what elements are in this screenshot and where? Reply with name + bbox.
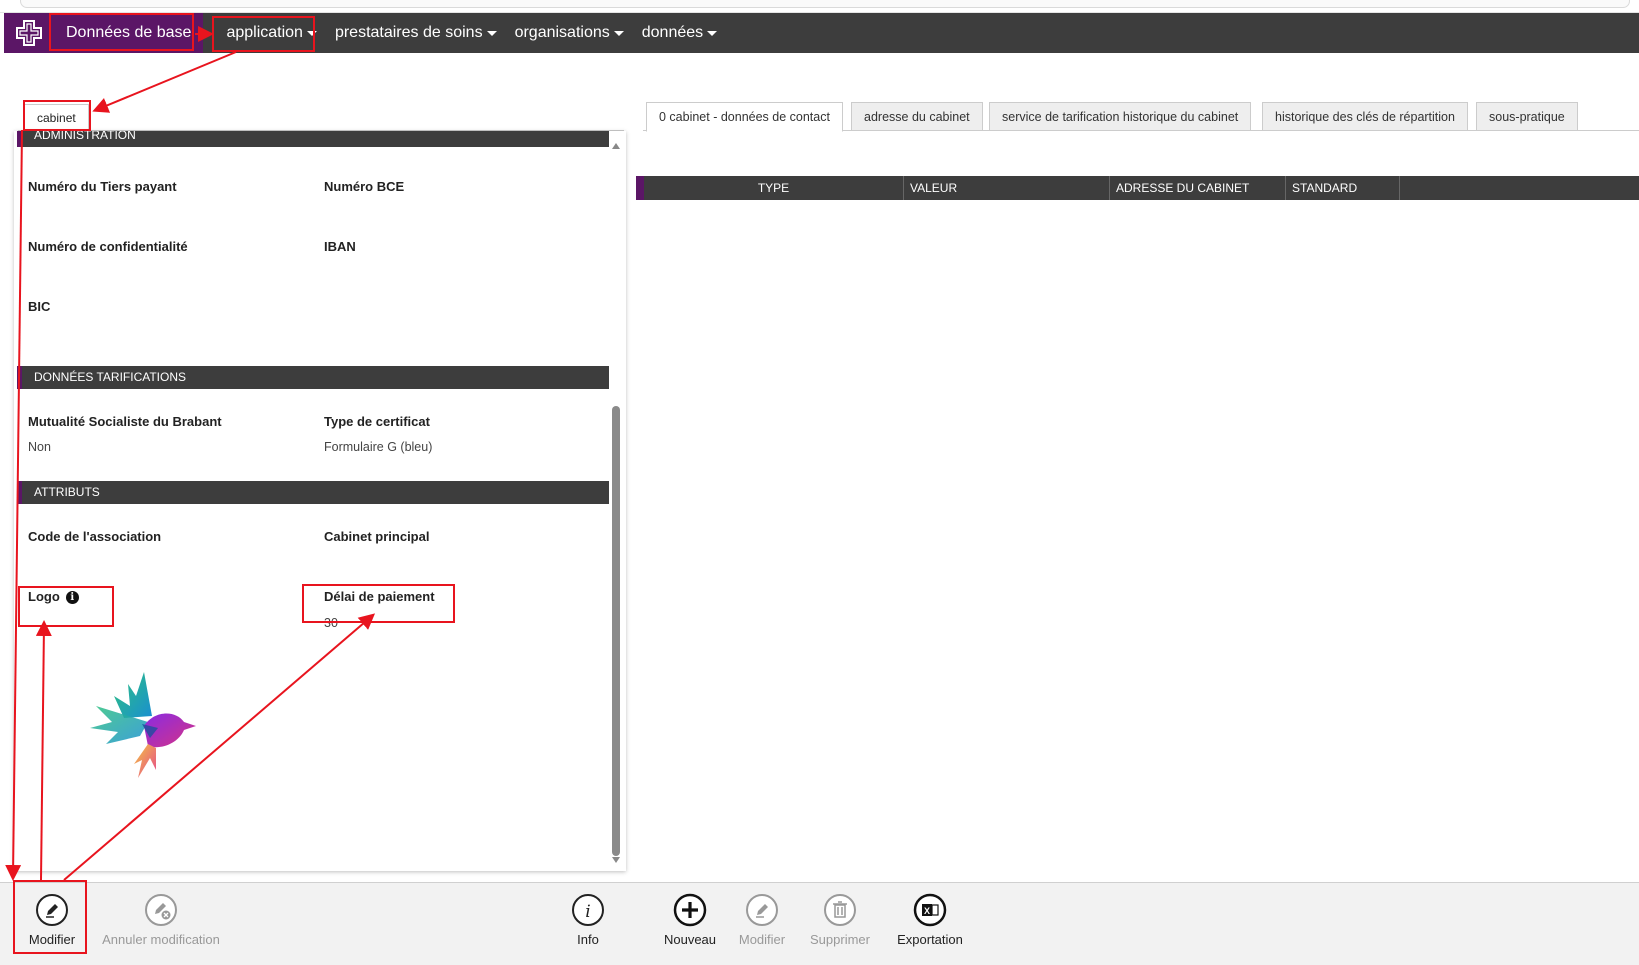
tab-sous-pratique[interactable]: sous-pratique <box>1476 102 1578 131</box>
column-header-adresse-cabinet[interactable]: ADRESSE DU CABINET <box>1110 176 1286 200</box>
supprimer-button[interactable]: Supprimer <box>808 893 872 955</box>
column-header-standard[interactable]: STANDARD <box>1286 176 1400 200</box>
field-label-confidentialite: Numéro de confidentialité <box>28 239 188 254</box>
field-value-mutualite: Non <box>28 440 51 454</box>
info-icon: i <box>572 894 604 926</box>
cabinet-detail-panel: ADMINISTRATION Numéro du Tiers payant Nu… <box>14 131 626 871</box>
scroll-up-arrow-icon[interactable] <box>612 143 620 149</box>
annuler-modification-button[interactable]: Annuler modification <box>98 893 224 955</box>
vertical-scrollbar[interactable] <box>610 131 622 871</box>
field-label-delai-paiement: Délai de paiement <box>324 589 435 604</box>
scroll-down-arrow-icon[interactable] <box>612 857 620 863</box>
field-label-numero-bce: Numéro BCE <box>324 179 405 194</box>
tab-donnees-de-contact[interactable]: 0 cabinet - données de contact <box>646 102 843 132</box>
nav-donnees-de-base[interactable]: Données de base <box>54 13 204 53</box>
info-icon[interactable]: i <box>65 591 79 604</box>
chevron-down-icon <box>306 30 317 36</box>
field-label-mutualite: Mutualité Socialiste du Brabant <box>28 414 222 429</box>
field-label-code-association: Code de l'association <box>28 529 162 544</box>
svg-text:i: i <box>585 902 590 922</box>
field-label-type-certificat: Type de certificat <box>324 414 430 429</box>
modifier-button[interactable]: Modifier <box>20 893 84 955</box>
info-button[interactable]: i Info <box>568 893 608 955</box>
undo-edit-icon <box>145 894 177 926</box>
scrollbar-thumb[interactable] <box>612 406 620 856</box>
tab-service-tarification-historique[interactable]: service de tarification historique du ca… <box>989 102 1252 131</box>
field-label-bic: BIC <box>28 299 51 314</box>
column-header-type[interactable]: TYPE <box>644 176 904 200</box>
right-tab-bar: 0 cabinet - données de contact adresse d… <box>643 102 1639 132</box>
modifier-grid-button[interactable]: Modifier <box>734 893 790 955</box>
column-header-valeur[interactable]: VALEUR <box>904 176 1110 200</box>
bird-logo-image <box>90 672 196 778</box>
excel-icon: X <box>913 893 947 927</box>
section-header-tarifications: DONNÉES TARIFICATIONS <box>17 366 609 389</box>
plus-icon <box>673 893 707 927</box>
field-label-logo: Logo i <box>28 589 79 604</box>
chevron-down-icon <box>707 30 718 36</box>
section-header-administration: ADMINISTRATION <box>17 131 609 147</box>
field-label-tiers-payant: Numéro du Tiers payant <box>28 179 177 194</box>
top-navigation: Données de base application prestataires… <box>4 13 1639 53</box>
trash-icon <box>824 894 856 926</box>
medical-cross-icon[interactable] <box>4 13 54 53</box>
chevron-down-icon <box>486 30 497 36</box>
browser-address-strip <box>0 0 1639 13</box>
section-header-attributs: ATTRIBUTS <box>17 481 609 504</box>
field-value-type-certificat: Formulaire G (bleu) <box>324 440 433 454</box>
contact-grid-header: TYPE VALEUR ADRESSE DU CABINET STANDARD <box>636 176 1639 200</box>
chevron-down-icon <box>613 30 624 36</box>
nav-donnees[interactable]: données <box>633 13 726 53</box>
nav-prestataires-de-soins[interactable]: prestataires de soins <box>326 13 506 53</box>
field-label-iban: IBAN <box>324 239 356 254</box>
svg-text:X: X <box>924 906 930 916</box>
tab-cabinet[interactable]: cabinet <box>24 104 89 131</box>
pencil-icon <box>36 894 68 926</box>
tab-historique-cles-repartition[interactable]: historique des clés de répartition <box>1262 102 1468 131</box>
tab-adresse-du-cabinet[interactable]: adresse du cabinet <box>851 102 983 131</box>
exportation-button[interactable]: X Exportation <box>890 893 970 955</box>
field-value-delai-paiement: 30 <box>324 616 338 630</box>
left-tab-bar: cabinet <box>18 104 624 131</box>
bottom-toolbar: Modifier Annuler modification i Info Nou… <box>0 882 1639 965</box>
nouveau-button[interactable]: Nouveau <box>660 893 720 955</box>
nav-organisations[interactable]: organisations <box>506 13 633 53</box>
pencil-icon <box>746 894 778 926</box>
nav-application[interactable]: application <box>217 13 326 53</box>
field-label-cabinet-principal: Cabinet principal <box>324 529 430 544</box>
